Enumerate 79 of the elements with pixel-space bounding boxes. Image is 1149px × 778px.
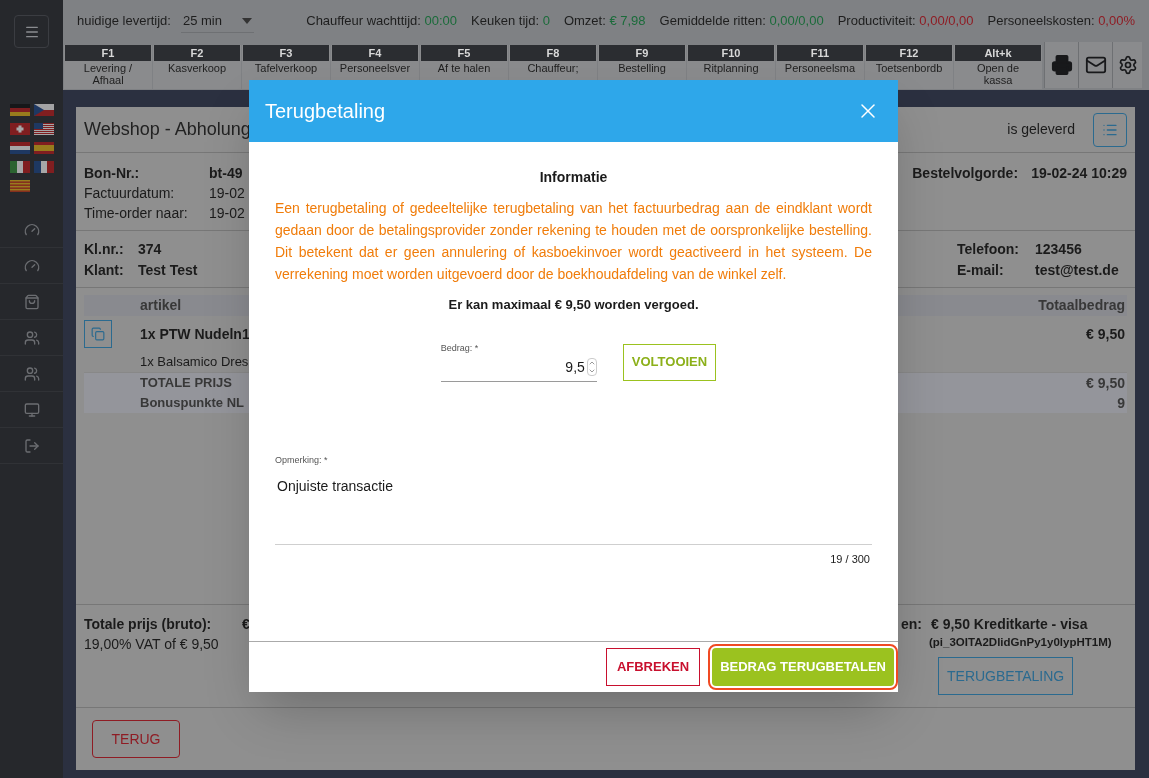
flag-icon[interactable] [33, 161, 54, 173]
total-value: € 9,50 [1086, 373, 1125, 393]
menu-button[interactable] [14, 15, 49, 48]
stat-text: Personeelskosten: 0,00% [987, 12, 1135, 31]
customer-value: test@test.de [1035, 261, 1119, 280]
customer-value: Test Test [138, 261, 198, 280]
delivery-time-select[interactable]: 25 min [180, 9, 254, 33]
vat-text: 19,00% VAT of € 9,50 [84, 635, 220, 654]
stat-text: Productiviteit: 0,00/0,00 [837, 12, 974, 31]
stat-text: Chauffeur wachttijd: 00:00 [306, 12, 458, 31]
settings-icon [1117, 55, 1138, 75]
bag-icon [23, 293, 40, 310]
total-label: Bonuspunkte NL [140, 394, 244, 413]
customer-label: Kl.nr.: [84, 240, 125, 259]
info-value: bt-49 [209, 163, 243, 183]
print-button[interactable] [1044, 42, 1078, 88]
flag-icon[interactable] [9, 161, 30, 173]
payment-label: en: [901, 614, 923, 634]
cancel-button[interactable]: AFBREKEN [605, 648, 701, 686]
logout-icon [23, 437, 40, 454]
column-header: Totaalbedrag [1038, 296, 1125, 315]
info-label: Bon-Nr.: [84, 163, 141, 183]
column-header: artikel [140, 296, 182, 315]
copy-icon [91, 327, 105, 341]
users-icon [23, 365, 40, 382]
info-label: Time-order naar: [84, 203, 189, 223]
total-value: 9 [1117, 393, 1125, 413]
info-label: Factuurdatum: [84, 183, 176, 203]
info-label: Bestelvolgorde: [912, 163, 1020, 183]
function-key[interactable]: F1 Levering / Afhaal [64, 45, 152, 89]
caret-icon [241, 17, 252, 24]
function-key[interactable]: Alt+k Open de kassa [954, 45, 1042, 89]
flag-icon[interactable] [33, 123, 54, 135]
info-value: 19-02-24 10:29 [1031, 163, 1127, 183]
function-key[interactable]: F2 Kasverkoop [153, 45, 241, 89]
gauge-icon [23, 257, 40, 274]
payment-reference: (pi_3OITA2DlidGnPy1y0lypHT1M) [929, 635, 1112, 650]
customer-label: E-mail: [957, 261, 1005, 280]
monitor-icon [23, 401, 40, 418]
flag-icon[interactable] [9, 123, 30, 135]
character-counter: 19 / 300 [830, 552, 870, 567]
refund-notice: Een terugbetaling of gedeeltelijke terugbetaling van het factuurbedrag aan de eindklant wordt gedaan door de betalingsprovider zonder rekening te houden met de oorspronkelijke bestelling. Dit betekent dat er geen annulering of kasboekinvoer wordt geactiveerd in het systeem. De verrekening moet worden uitgevoerd door de boekhoudafdeling van de winkel zelf. [275, 199, 872, 284]
status-text: is geleverd [1007, 120, 1075, 139]
amount-field[interactable]: Bedrag: * 9,5 [440, 341, 597, 382]
payment-value: € 9,50 Kreditkarte - visa [931, 614, 1088, 634]
summary-label: Totale prijs (bruto): [84, 614, 213, 634]
mail-button[interactable] [1078, 42, 1112, 88]
delivery-time-label: huidige levertijd: [77, 12, 171, 31]
stat-text: Omzet: € 7,98 [563, 12, 646, 31]
flag-icon[interactable] [9, 142, 30, 154]
info-heading: Informatie [538, 168, 609, 187]
flag-icon[interactable] [33, 142, 54, 154]
remark-field[interactable]: Opmerking: * Onjuiste transactie [275, 450, 872, 545]
info-value: 19-02 [209, 203, 245, 223]
item-total: € 9,50 [1086, 324, 1125, 344]
gauge-icon [23, 221, 40, 238]
flag-icon[interactable] [9, 104, 30, 116]
customer-value: 374 [138, 240, 162, 259]
customer-label: Telefoon: [957, 240, 1020, 259]
stat-text: Gemiddelde ritten: 0,00/0,00 [659, 12, 824, 31]
function-key[interactable]: F12 Toetsenbordb [865, 45, 953, 89]
summary-value: € [242, 614, 250, 634]
flag-icon[interactable] [33, 104, 54, 116]
max-refund-text: Er kan maximaal € 9,50 worden vergoed. [447, 296, 700, 314]
stat-text: Keuken tijd: 0 [471, 12, 550, 31]
customer-label: Klant: [84, 261, 125, 280]
settings-button[interactable] [1112, 42, 1142, 88]
dialog-title: Terugbetaling [265, 99, 386, 124]
flag-icon[interactable] [9, 180, 30, 192]
order-title: Webshop - Abholung [84, 118, 251, 141]
users-icon [23, 329, 40, 346]
spinner-icon[interactable] [586, 358, 597, 376]
mail-icon [1084, 54, 1107, 76]
item-detail: 1x Balsamico Dres [140, 353, 249, 371]
total-label: TOTALE PRIJS [140, 374, 232, 393]
info-value: 19-02 [209, 183, 245, 203]
item-name: 1x PTW Nudeln1 [140, 324, 250, 344]
customer-value: 123456 [1035, 240, 1082, 259]
printer-icon [1050, 54, 1073, 76]
